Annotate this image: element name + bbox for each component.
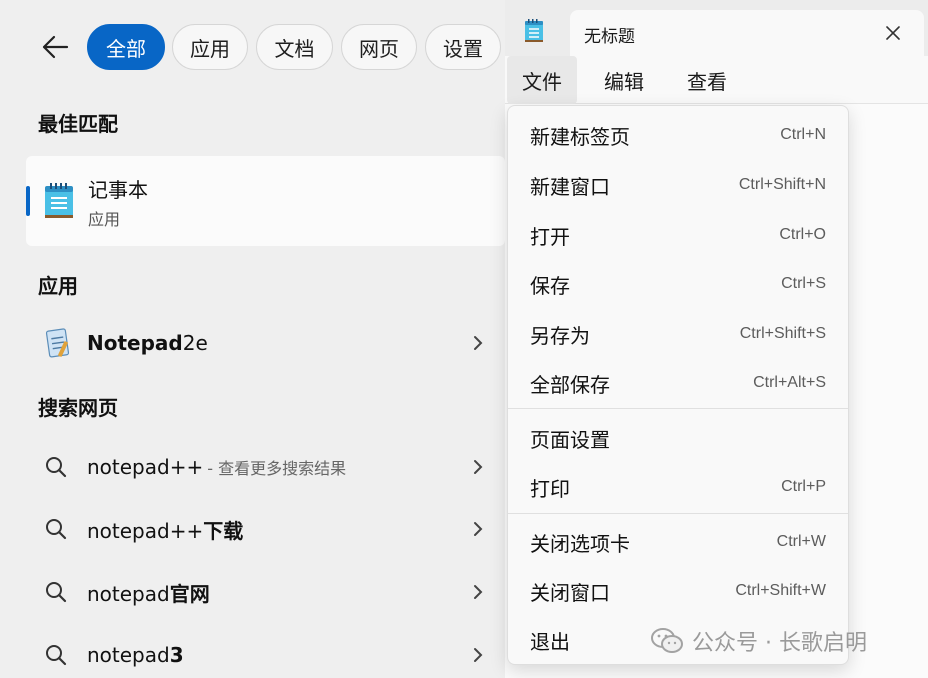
file-menu-dropdown: 新建标签页 Ctrl+N 新建窗口 Ctrl+Shift+N 打开 Ctrl+O… <box>507 105 849 665</box>
menu-item-shortcut: Ctrl+S <box>781 275 826 292</box>
notepad-icon <box>525 19 543 42</box>
web-result-label: notepad3 <box>87 643 184 667</box>
watermark-text: 公众号 · 长歌启明 <box>692 631 867 656</box>
menu-item-label: 打开 <box>530 224 570 249</box>
web-result-row[interactable]: notepad++下载 <box>26 504 498 554</box>
menu-bar: 文件 编辑 查看 <box>505 56 928 104</box>
close-tab-button[interactable] <box>882 22 904 44</box>
arrow-left-icon <box>42 35 69 59</box>
web-result-query: notepad <box>87 643 170 667</box>
menu-item-shortcut: Ctrl+Shift+N <box>738 176 826 193</box>
menu-item-close-window[interactable]: 关闭窗口 Ctrl+Shift+W <box>508 568 848 614</box>
back-button[interactable] <box>36 28 74 66</box>
menu-item-label: 全部保存 <box>530 372 610 397</box>
menu-item-new-window[interactable]: 新建窗口 Ctrl+Shift+N <box>508 162 848 208</box>
web-result-row[interactable]: notepad3 <box>26 630 498 678</box>
menu-separator <box>508 408 848 409</box>
filter-settings[interactable]: 设置 <box>425 24 501 70</box>
web-result-row[interactable]: notepad++ - 查看更多搜索结果 <box>26 442 498 492</box>
menu-item-save-as[interactable]: 另存为 Ctrl+Shift+S <box>508 311 848 357</box>
tab-title: 无标题 <box>584 27 635 47</box>
menu-item-label: 打印 <box>530 476 570 501</box>
app-result-rest: 2e <box>182 331 208 355</box>
watermark: 公众号 · 长歌启明 <box>650 626 867 656</box>
chevron-right-icon <box>474 336 483 350</box>
menu-separator <box>508 513 848 514</box>
menu-item-save[interactable]: 保存 Ctrl+S <box>508 261 848 307</box>
menu-file[interactable]: 文件 <box>507 56 577 104</box>
filter-documents[interactable]: 文档 <box>256 24 333 70</box>
wechat-icon <box>651 628 683 653</box>
menu-item-label: 页面设置 <box>530 427 610 452</box>
chevron-right-icon <box>474 648 483 662</box>
search-icon <box>46 582 67 603</box>
chevron-right-icon <box>474 460 483 474</box>
menu-item-label: 关闭选项卡 <box>530 531 630 556</box>
menu-item-shortcut: Ctrl+Shift+W <box>735 582 826 599</box>
close-icon <box>886 26 900 40</box>
web-result-label: notepad++下载 <box>87 515 243 544</box>
selection-indicator <box>26 186 30 216</box>
best-match-title: 记事本 <box>88 178 148 202</box>
search-icon <box>46 457 67 478</box>
menu-item-shortcut: Ctrl+Shift+S <box>739 325 826 342</box>
app-result-bold: Notepad <box>87 331 183 355</box>
menu-item-label: 关闭窗口 <box>530 580 610 605</box>
menu-item-open[interactable]: 打开 Ctrl+O <box>508 212 848 258</box>
filter-apps[interactable]: 应用 <box>172 24 248 70</box>
web-result-hint: - 查看更多搜索结果 <box>207 459 347 478</box>
web-result-row[interactable]: notepad官网 <box>26 567 498 617</box>
filter-web[interactable]: 网页 <box>341 24 417 70</box>
menu-edit[interactable]: 编辑 <box>589 56 659 104</box>
menu-item-page-setup[interactable]: 页面设置 <box>508 415 848 461</box>
document-tab[interactable]: 无标题 <box>570 10 924 56</box>
menu-item-print[interactable]: 打印 Ctrl+P <box>508 464 848 510</box>
chevron-right-icon <box>474 522 483 536</box>
title-bar: 无标题 <box>505 0 928 56</box>
filter-all[interactable]: 全部 <box>87 24 165 70</box>
apps-heading: 应用 <box>38 274 78 298</box>
notepad2e-icon <box>45 328 70 358</box>
search-icon <box>46 645 67 666</box>
search-icon <box>46 519 67 540</box>
menu-item-shortcut: Ctrl+Alt+S <box>753 374 826 391</box>
menu-view[interactable]: 查看 <box>672 56 742 104</box>
web-result-label: notepad官网 <box>87 578 210 607</box>
web-result-bold: 官网 <box>169 581 210 606</box>
app-result-notepad2e[interactable]: Notepad2e <box>26 318 498 368</box>
menu-item-shortcut: Ctrl+W <box>776 533 826 550</box>
menu-item-label: 新建标签页 <box>530 124 630 149</box>
notepad-icon <box>45 183 73 218</box>
menu-item-label: 保存 <box>530 273 570 298</box>
menu-item-close-tab[interactable]: 关闭选项卡 Ctrl+W <box>508 519 848 565</box>
best-match-card[interactable]: 记事本 应用 <box>26 156 505 246</box>
web-result-bold: 下载 <box>203 518 244 543</box>
menu-item-label: 另存为 <box>530 323 590 348</box>
menu-item-label: 新建窗口 <box>530 174 610 199</box>
menu-item-label: 退出 <box>530 629 570 654</box>
app-result-label: Notepad2e <box>87 331 208 355</box>
menu-item-shortcut: Ctrl+O <box>779 226 826 243</box>
web-search-heading: 搜索网页 <box>38 396 118 420</box>
best-match-subtitle: 应用 <box>88 210 121 229</box>
web-result-query: notepad <box>87 581 170 606</box>
search-panel: 全部 应用 文档 网页 设置 最佳匹配 记事本 应用 应用 Notepad2e … <box>0 0 505 678</box>
menu-item-new-tab[interactable]: 新建标签页 Ctrl+N <box>508 112 848 158</box>
web-result-query: notepad++ <box>87 518 204 543</box>
menu-item-shortcut: Ctrl+N <box>780 126 826 143</box>
web-result-bold: 3 <box>169 643 184 667</box>
web-result-label: notepad++ - 查看更多搜索结果 <box>87 455 346 479</box>
best-match-heading: 最佳匹配 <box>38 112 118 136</box>
menu-item-shortcut: Ctrl+P <box>781 478 826 495</box>
web-result-query: notepad++ <box>87 455 204 479</box>
chevron-right-icon <box>474 585 483 599</box>
menu-item-save-all[interactable]: 全部保存 Ctrl+Alt+S <box>508 360 848 406</box>
